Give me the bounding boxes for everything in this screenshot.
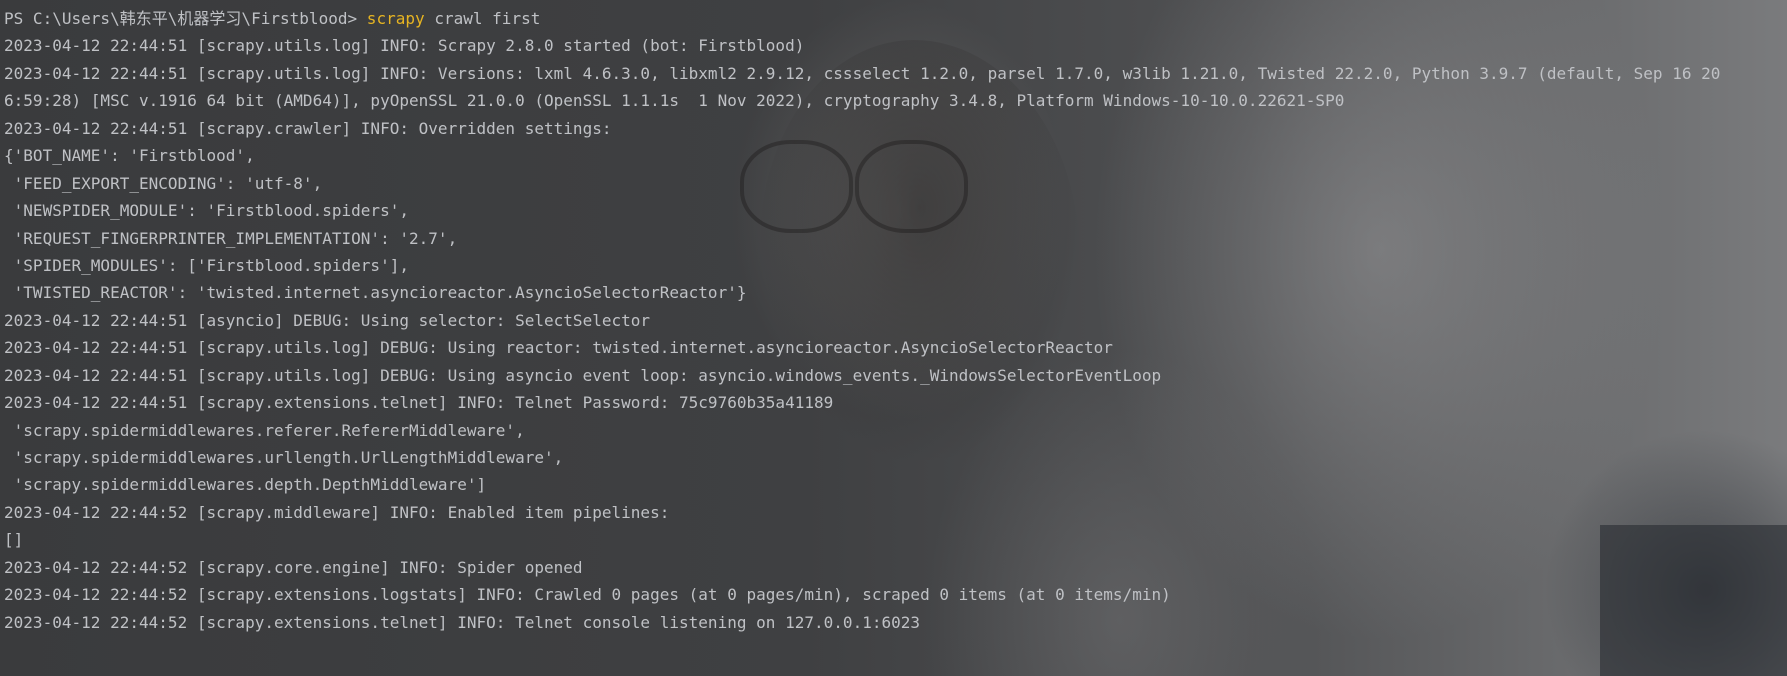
log-line: 2023-04-12 22:44:51 [scrapy.utils.log] I… (4, 36, 805, 56)
log-line: [] (4, 530, 24, 550)
prompt-line: PS C:\Users\韩东平\机器学习\Firstblood> scrapy … (4, 5, 1787, 32)
shell-prompt: PS C:\Users\韩东平\机器学习\Firstblood> (4, 9, 358, 28)
log-line: 'REQUEST_FINGERPRINTER_IMPLEMENTATION': … (4, 228, 458, 248)
log-line: 'FEED_EXPORT_ENCODING': 'utf-8', (4, 173, 323, 193)
log-lines: 2023-04-12 22:44:51 [scrapy.utils.log] I… (4, 32, 1787, 636)
log-line: 6:59:28) [MSC v.1916 64 bit (AMD64)], py… (4, 91, 1345, 111)
log-line: 'scrapy.spidermiddlewares.urllength.UrlL… (4, 448, 564, 467)
log-line: 'SPIDER_MODULES': ['Firstblood.spiders']… (4, 255, 409, 275)
log-line: 2023-04-12 22:44:51 [scrapy.utils.log] I… (4, 63, 1721, 83)
log-line: 2023-04-12 22:44:52 [scrapy.middleware] … (4, 502, 670, 522)
log-line: 2023-04-12 22:44:51 [scrapy.utils.log] D… (4, 365, 1162, 385)
command-name: scrapy (366, 9, 425, 28)
log-line: 2023-04-12 22:44:51 [scrapy.extensions.t… (4, 393, 834, 413)
log-line: 'NEWSPIDER_MODULE': 'Firstblood.spiders'… (4, 201, 409, 221)
log-line: 2023-04-12 22:44:52 [scrapy.extensions.t… (4, 612, 921, 632)
log-line: 2023-04-12 22:44:52 [scrapy.core.engine]… (4, 557, 583, 577)
log-line: 2023-04-12 22:44:51 [asyncio] DEBUG: Usi… (4, 310, 651, 330)
log-line: {'BOT_NAME': 'Firstblood', (4, 146, 255, 166)
terminal-output[interactable]: PS C:\Users\韩东平\机器学习\Firstblood> scrapy … (0, 0, 1787, 676)
log-line: 'TWISTED_REACTOR': 'twisted.internet.asy… (4, 283, 747, 303)
log-line: 'scrapy.spidermiddlewares.referer.Refere… (4, 420, 525, 440)
log-line: 2023-04-12 22:44:52 [scrapy.extensions.l… (4, 585, 1171, 605)
log-line: 2023-04-12 22:44:51 [scrapy.crawler] INF… (4, 118, 612, 138)
log-line: 'scrapy.spidermiddlewares.depth.DepthMid… (4, 475, 487, 495)
log-line: 2023-04-12 22:44:51 [scrapy.utils.log] D… (4, 338, 1113, 358)
command-args: crawl first (434, 9, 541, 28)
